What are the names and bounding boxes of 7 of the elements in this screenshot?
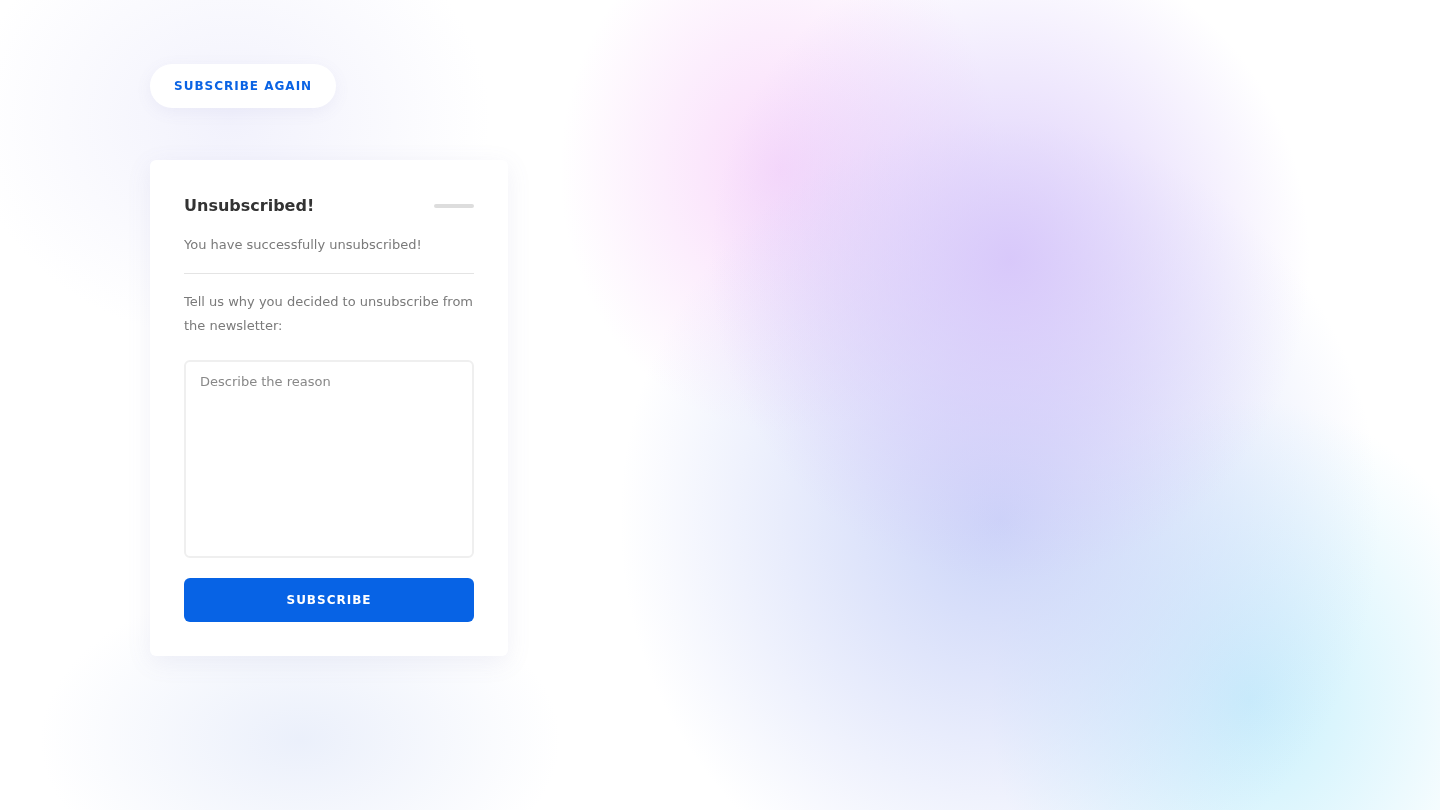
subscribe-again-button[interactable]: SUBSCRIBE AGAIN bbox=[150, 64, 337, 108]
card-title: Unsubscribed! bbox=[184, 196, 315, 215]
reason-input-field[interactable]: Describe the reason bbox=[184, 360, 474, 558]
dash-icon bbox=[434, 203, 474, 208]
reason-prompt: Tell us why you decided to unsubscribe from the newsletter: bbox=[184, 293, 474, 335]
success-message: You have successfully unsubscribed! bbox=[184, 236, 423, 254]
subscribe-button[interactable]: SUBSCRIBE bbox=[184, 578, 474, 622]
